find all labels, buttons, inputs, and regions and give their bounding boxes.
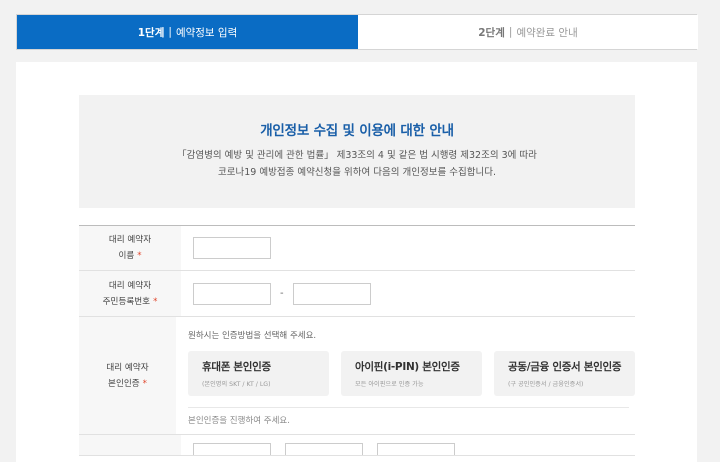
ipin-auth-subtitle: 모든 아이핀으로 인증 가능 <box>355 381 424 388</box>
proxy-form: 대리 예약자 이름 * 대리 예약자 주민등록번호 * - 대리 예약자 본인인증 * <box>79 225 635 456</box>
phone-auth-button[interactable]: 휴대폰 본인인증 (본인명의 SKT / KT / LG) <box>188 351 329 396</box>
name-label-line-1: 대리 예약자 <box>108 235 152 245</box>
privacy-notice-line-2: 코로나19 예방접종 예약신청을 위하여 다음의 개인정보를 수집합니다. <box>218 167 496 178</box>
ipin-auth-title: 아이핀(i-PIN) 본인인증 <box>355 361 460 373</box>
reservation-form-card: 개인정보 수집 및 이용에 대한 안내 「감염병의 예방 및 관리에 관한 법률… <box>16 62 697 462</box>
phone-auth-title: 휴대폰 본인인증 <box>202 361 271 373</box>
rrn-label-line-1: 대리 예약자 <box>108 280 152 291</box>
auth-value-cell: 원하시는 인증방법을 선택해 주세요. 휴대폰 본인인증 (본인명의 SKT /… <box>176 317 635 434</box>
step-1-label: 예약정보 입력 <box>175 26 238 39</box>
step-2-separator: | <box>508 26 513 38</box>
required-mark: * <box>142 378 147 389</box>
privacy-notice-line-1: 「감염병의 예방 및 관리에 관한 법률」 제33조의 4 및 같은 법 시행령… <box>177 150 537 161</box>
rrn-label: 대리 예약자 주민등록번호 * <box>79 271 181 316</box>
rrn-label-line-2: 주민등록번호 * <box>103 294 158 310</box>
phone-auth-subtitle: (본인명의 SKT / KT / LG) <box>202 381 271 388</box>
rrn-back-input[interactable] <box>292 282 371 305</box>
privacy-notice-text: 「감염병의 예방 및 관리에 관한 법률」 제33조의 4 및 같은 법 시행령… <box>79 147 635 181</box>
auth-hint: 원하시는 인증방법을 선택해 주세요. <box>188 331 317 341</box>
name-input[interactable] <box>193 237 271 259</box>
rrn-value-cell: - <box>181 271 635 316</box>
required-mark: * <box>153 296 158 307</box>
certificate-auth-title: 공동/금융 인증서 본인인증 <box>508 361 622 373</box>
auth-label-line-2: 본인인증 * <box>108 376 147 392</box>
rrn-row: 대리 예약자 주민등록번호 * - <box>79 271 635 317</box>
certificate-auth-subtitle: (구 공인인증서 / 금융인증서) <box>508 381 584 388</box>
required-mark: * <box>137 251 142 261</box>
rrn-label-text: 주민등록번호 <box>102 296 151 307</box>
step-indicator: 1단계 | 예약정보 입력 2단계 | 예약완료 안내 <box>16 14 698 50</box>
privacy-notice-title: 개인정보 수집 및 이용에 대한 안내 <box>260 123 454 139</box>
name-label-text: 이름 <box>118 251 135 261</box>
next-row-label <box>79 435 181 455</box>
next-row-value-cell <box>181 435 635 455</box>
next-input-2[interactable] <box>285 443 363 455</box>
name-value-cell <box>181 226 635 270</box>
auth-methods: 휴대폰 본인인증 (본인명의 SKT / KT / LG) 아이핀(i-PIN)… <box>188 351 635 396</box>
step-1-number: 1단계 <box>137 26 165 39</box>
step-1-separator: | <box>168 26 172 38</box>
name-row: 대리 예약자 이름 * <box>79 226 635 271</box>
name-label: 대리 예약자 이름 * <box>79 226 181 270</box>
step-2-label: 예약완료 안내 <box>516 26 578 39</box>
auth-row: 대리 예약자 본인인증 * 원하시는 인증방법을 선택해 주세요. 휴대폰 본인인… <box>79 317 635 435</box>
privacy-notice: 개인정보 수집 및 이용에 대한 안내 「감염병의 예방 및 관리에 관한 법률… <box>79 95 635 208</box>
rrn-dash: - <box>280 288 284 299</box>
step-2-number: 2단계 <box>478 26 505 39</box>
next-input-1[interactable] <box>193 443 271 455</box>
ipin-auth-button[interactable]: 아이핀(i-PIN) 본인인증 모든 아이핀으로 인증 가능 <box>341 351 482 396</box>
auth-label: 대리 예약자 본인인증 * <box>79 317 176 434</box>
auth-divider <box>188 407 629 408</box>
step-2: 2단계 | 예약완료 안내 <box>358 15 698 49</box>
auth-label-text: 본인인증 <box>108 378 140 389</box>
next-input-3[interactable] <box>377 443 455 455</box>
name-label-line-2: 이름 * <box>118 248 141 264</box>
auth-status: 본인인증을 진행하여 주세요. <box>188 416 290 426</box>
step-1: 1단계 | 예약정보 입력 <box>17 15 358 49</box>
rrn-front-input[interactable] <box>193 282 271 305</box>
next-row <box>79 435 635 456</box>
auth-label-line-1: 대리 예약자 <box>106 362 149 373</box>
certificate-auth-button[interactable]: 공동/금융 인증서 본인인증 (구 공인인증서 / 금융인증서) <box>494 351 635 396</box>
